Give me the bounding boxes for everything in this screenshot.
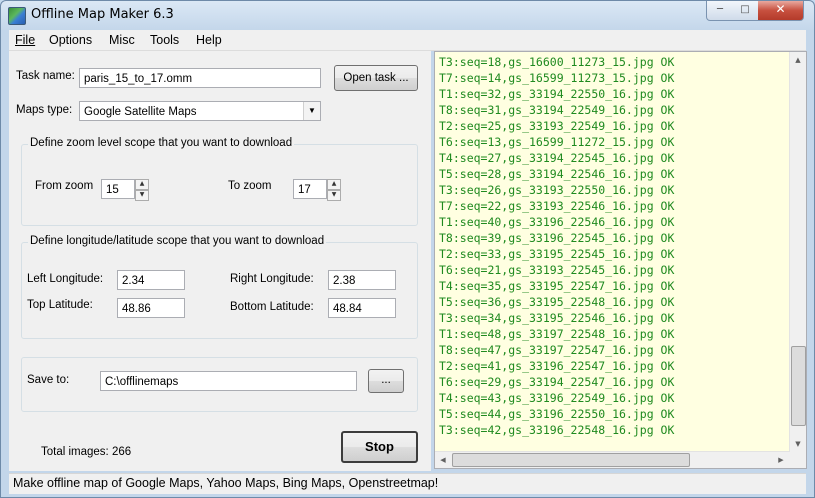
zoom-scope-group: Define zoom level scope that you want to… bbox=[21, 137, 418, 226]
log-entry: T1:seq=40,gs_33196_22546_16.jpg OK bbox=[439, 215, 675, 229]
settings-panel: Task name: paris_15_to_17.omm Open task … bbox=[9, 51, 431, 471]
scroll-up-icon[interactable]: ▲ bbox=[790, 52, 806, 68]
menu-options[interactable]: Options bbox=[49, 33, 92, 47]
log-entry: T6:seq=21,gs_33193_22545_16.jpg OK bbox=[439, 263, 675, 277]
open-task-button[interactable]: Open task ... bbox=[334, 65, 418, 91]
maps-type-select[interactable]: Google Satellite Maps ▼ bbox=[79, 101, 321, 121]
to-zoom-stepper[interactable]: ▲ ▼ bbox=[327, 179, 341, 201]
to-zoom-label: To zoom bbox=[228, 180, 272, 192]
vertical-scroll-thumb[interactable] bbox=[791, 346, 806, 426]
spin-down-icon[interactable]: ▼ bbox=[135, 190, 149, 201]
menu-help[interactable]: Help bbox=[196, 33, 222, 47]
to-zoom-input[interactable]: 17 bbox=[293, 179, 327, 199]
log-entry: T8:seq=47,gs_33197_22547_16.jpg OK bbox=[439, 343, 675, 357]
from-zoom-stepper[interactable]: ▲ ▼ bbox=[135, 179, 149, 201]
maximize-button[interactable]: □ bbox=[732, 1, 759, 21]
log-entry: T8:seq=31,gs_33194_22549_16.jpg OK bbox=[439, 103, 675, 117]
coords-scope-group: Define longitude/latitude scope that you… bbox=[21, 235, 418, 339]
right-longitude-label: Right Longitude: bbox=[230, 273, 314, 285]
from-zoom-label: From zoom bbox=[35, 180, 94, 192]
log-entry: T7:seq=14,gs_16599_11273_15.jpg OK bbox=[439, 71, 675, 85]
horizontal-scrollbar[interactable]: ◀ ▶ bbox=[435, 451, 790, 468]
scroll-right-icon[interactable]: ▶ bbox=[773, 452, 789, 468]
log-entry: T2:seq=41,gs_33196_22547_16.jpg OK bbox=[439, 359, 675, 373]
status-bar: Make offline map of Google Maps, Yahoo M… bbox=[9, 473, 806, 494]
scroll-left-icon[interactable]: ◀ bbox=[435, 452, 451, 468]
log-entry: T3:seq=18,gs_16600_11273_15.jpg OK bbox=[439, 55, 675, 69]
log-entry: T3:seq=26,gs_33193_22550_16.jpg OK bbox=[439, 183, 675, 197]
log-entry: T1:seq=48,gs_33197_22548_16.jpg OK bbox=[439, 327, 675, 341]
log-entry: T4:seq=43,gs_33196_22549_16.jpg OK bbox=[439, 391, 675, 405]
coords-scope-legend: Define longitude/latitude scope that you… bbox=[28, 235, 327, 247]
zoom-scope-legend: Define zoom level scope that you want to… bbox=[28, 137, 295, 149]
browse-button[interactable]: ... bbox=[368, 369, 404, 393]
log-entry: T1:seq=32,gs_33194_22550_16.jpg OK bbox=[439, 87, 675, 101]
right-longitude-input[interactable]: 2.38 bbox=[328, 270, 396, 290]
scroll-down-icon[interactable]: ▼ bbox=[790, 436, 806, 452]
close-button[interactable]: ✕ bbox=[758, 1, 804, 21]
menu-file[interactable]: File bbox=[15, 33, 35, 47]
total-images-label: Total images: 266 bbox=[41, 446, 132, 458]
menu-bar: File Options Misc Tools Help bbox=[9, 30, 806, 51]
download-log[interactable]: T3:seq=18,gs_16600_11273_15.jpg OK T7:seq… bbox=[434, 51, 807, 469]
log-entry: T4:seq=35,gs_33195_22547_16.jpg OK bbox=[439, 279, 675, 293]
menu-misc[interactable]: Misc bbox=[109, 33, 135, 47]
log-entry: T5:seq=44,gs_33196_22550_16.jpg OK bbox=[439, 407, 675, 421]
log-entry: T6:seq=13,gs_16599_11272_15.jpg OK bbox=[439, 135, 675, 149]
spin-up-icon[interactable]: ▲ bbox=[135, 179, 149, 190]
scrollbar-corner bbox=[790, 452, 806, 468]
bottom-latitude-input[interactable]: 48.84 bbox=[328, 298, 396, 318]
top-latitude-label: Top Latitude: bbox=[27, 299, 93, 311]
left-longitude-input[interactable]: 2.34 bbox=[117, 270, 185, 290]
spin-up-icon[interactable]: ▲ bbox=[327, 179, 341, 190]
left-longitude-label: Left Longitude: bbox=[27, 273, 104, 285]
bottom-latitude-label: Bottom Latitude: bbox=[230, 301, 314, 313]
menu-tools[interactable]: Tools bbox=[150, 33, 179, 47]
stop-button[interactable]: Stop bbox=[341, 431, 418, 463]
save-to-input[interactable]: C:\offlinemaps bbox=[100, 371, 357, 391]
log-entry: T3:seq=34,gs_33195_22546_16.jpg OK bbox=[439, 311, 675, 325]
minimize-button[interactable]: ─ bbox=[706, 1, 734, 21]
window-title: Offline Map Maker 6.3 bbox=[31, 7, 174, 22]
task-name-input[interactable]: paris_15_to_17.omm bbox=[79, 68, 321, 88]
spin-down-icon[interactable]: ▼ bbox=[327, 190, 341, 201]
from-zoom-input[interactable]: 15 bbox=[101, 179, 135, 199]
log-entry: T7:seq=22,gs_33193_22546_16.jpg OK bbox=[439, 199, 675, 213]
status-text: Make offline map of Google Maps, Yahoo M… bbox=[13, 476, 439, 490]
log-entry: T8:seq=39,gs_33196_22545_16.jpg OK bbox=[439, 231, 675, 245]
log-entry: T2:seq=33,gs_33195_22545_16.jpg OK bbox=[439, 247, 675, 261]
task-name-label: Task name: bbox=[16, 70, 75, 82]
chevron-down-icon[interactable]: ▼ bbox=[303, 102, 320, 120]
maps-type-value: Google Satellite Maps bbox=[84, 106, 197, 118]
app-window: Offline Map Maker 6.3 ─ □ ✕ File Options… bbox=[0, 0, 815, 498]
app-map-icon bbox=[8, 7, 26, 25]
maps-type-label: Maps type: bbox=[16, 104, 73, 116]
save-to-label: Save to: bbox=[27, 374, 70, 386]
top-latitude-input[interactable]: 48.86 bbox=[117, 298, 185, 318]
log-entry: T5:seq=36,gs_33195_22548_16.jpg OK bbox=[439, 295, 675, 309]
log-entry: T3:seq=42,gs_33196_22548_16.jpg OK bbox=[439, 423, 675, 437]
vertical-scrollbar[interactable]: ▲ ▼ bbox=[789, 52, 806, 452]
log-entry: T2:seq=25,gs_33193_22549_16.jpg OK bbox=[439, 119, 675, 133]
save-to-group: Save to: C:\offlinemaps ... bbox=[21, 357, 418, 412]
title-bar[interactable]: Offline Map Maker 6.3 ─ □ ✕ bbox=[1, 1, 814, 30]
log-entry: T6:seq=29,gs_33194_22547_16.jpg OK bbox=[439, 375, 675, 389]
log-entry: T4:seq=27,gs_33194_22545_16.jpg OK bbox=[439, 151, 675, 165]
log-entry: T5:seq=28,gs_33194_22546_16.jpg OK bbox=[439, 167, 675, 181]
horizontal-scroll-thumb[interactable] bbox=[452, 453, 690, 467]
